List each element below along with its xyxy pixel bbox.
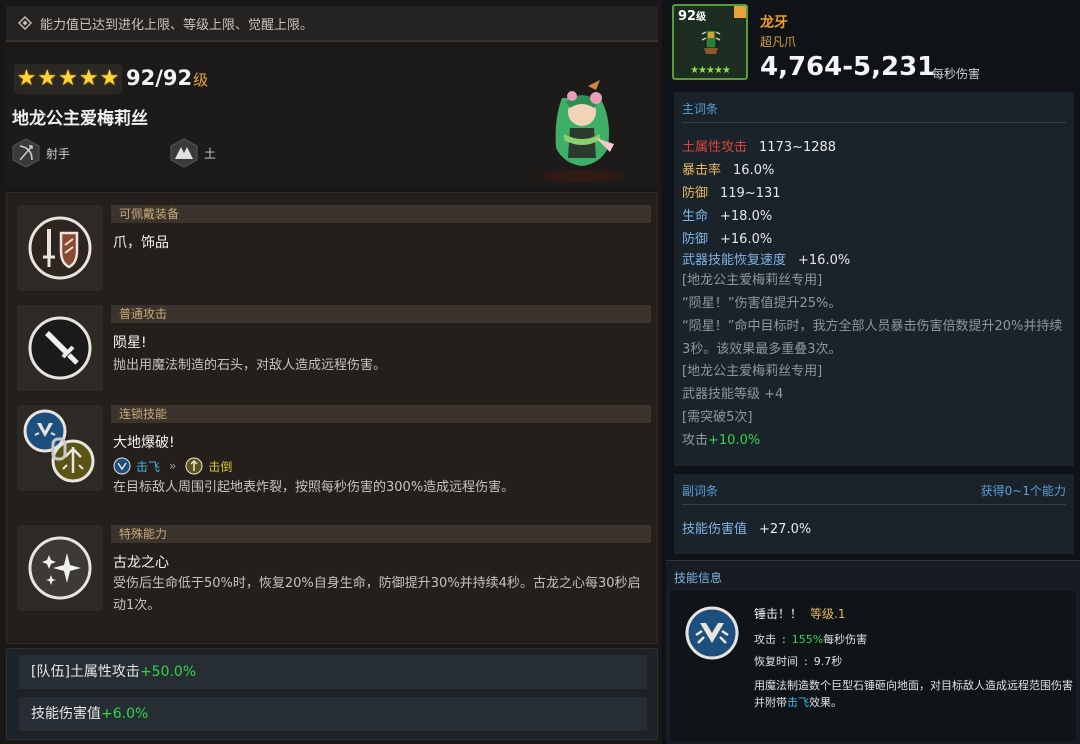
divider	[682, 122, 1066, 123]
chain-skill-icon-box	[17, 405, 103, 491]
weapon-dps: 4,764-5,231	[760, 52, 936, 82]
knockdown-icon	[185, 457, 203, 475]
star-icon: ★	[37, 66, 58, 91]
skill-description: 用魔法制造数个巨型石锤砸向地面，对目标敌人造成远程范围伤害并附带击飞效果。	[754, 679, 1073, 709]
special-ability-icon-box	[17, 525, 103, 611]
diamond-icon	[18, 16, 32, 30]
hero-sprite	[542, 80, 622, 182]
weapon-level: 92级	[678, 9, 707, 24]
bow-icon	[12, 138, 40, 168]
main-stat: 生命 +18.0%	[682, 209, 773, 224]
chain-skill-section: 连锁技能 大地爆破! 击飞 » 击倒 在目标敌人周围引起地表炸裂，按照每秒伤害的…	[17, 405, 651, 515]
pin-icon	[734, 6, 746, 18]
launch-icon	[113, 457, 131, 475]
weapon-skill-info: 技能信息 锤击！！ 等级.1 攻击:155%每秒伤害 恢复时间:9.7秒 用魔法制…	[666, 560, 1080, 744]
chain-skill-header: 连锁技能	[111, 405, 651, 423]
sub-options-note: 获得0~1个能力	[980, 484, 1066, 498]
hero-element: 土	[170, 138, 216, 168]
normal-attack-header: 普通攻击	[111, 305, 651, 323]
hammer-skill-icon	[685, 606, 739, 660]
main-stat: 武器技能恢复速度 +16.0%	[682, 253, 851, 268]
skill-name: 锤击！！ 等级.1	[754, 607, 846, 621]
chain-skill-name: 大地爆破!	[113, 435, 175, 451]
divider	[682, 504, 1066, 505]
star-rating: ★ ★ ★ ★ ★	[14, 64, 122, 94]
main-stat: 土属性攻击 1173~1288	[682, 140, 837, 155]
main-stat: 防御 +16.0%	[682, 232, 773, 247]
normal-attack-icon-box	[17, 305, 103, 391]
star-icon: ★	[99, 66, 120, 91]
hero-header: ★ ★ ★ ★ ★ 92/92级 地龙公主爱梅莉丝 射手 土	[6, 46, 658, 186]
chain-arrow-icon: »	[169, 459, 177, 473]
equip-header: 可佩戴装备	[111, 205, 651, 223]
hero-name: 地龙公主爱梅莉丝	[12, 109, 148, 129]
normal-attack-desc: 抛出用魔法制造的石头，对敌人造成远程伤害。	[113, 358, 387, 373]
sub-options: 副词条 获得0~1个能力 技能伤害值 +27.0%	[674, 474, 1074, 554]
sub-stat: 技能伤害值 +27.0%	[682, 522, 812, 537]
sword-icon	[28, 316, 92, 380]
hero-level: 92/92级	[126, 66, 209, 90]
chain-skill-desc: 在目标敌人周围引起地表炸裂，按照每秒伤害的300%造成远程伤害。	[113, 480, 515, 495]
earth-icon	[170, 138, 198, 168]
hero-panel: 能力值已达到进化上限、等级上限、觉醒上限。 ★ ★ ★ ★ ★ 92/92级 地龙公主爱…	[0, 0, 662, 744]
skill-info-title: 技能信息	[674, 571, 723, 585]
skill-attack: 攻击:155%每秒伤害	[754, 633, 868, 646]
exclusive-option-2: [地龙公主爱梅莉丝专用] 武器技能等级 +4 [需突破5次] 攻击+10.0%	[682, 364, 823, 448]
chain-sequence: 击飞 » 击倒	[113, 457, 232, 475]
skills-panel: 可佩戴装备 爪，饰品 普通攻击 陨星! 抛出用魔法制造的石头，对敌人造成远程伤害…	[6, 192, 658, 644]
team-buffs: [队伍]土属性攻击+50.0% 技能伤害值+6.0%	[6, 648, 658, 740]
weapon-icon-box[interactable]: 92级 ★★★★★	[672, 4, 748, 80]
hero-class: 射手	[12, 138, 70, 168]
skill-info-box: 锤击！！ 等级.1 攻击:155%每秒伤害 恢复时间:9.7秒 用魔法制造数个巨型…	[670, 591, 1076, 741]
equip-types: 爪，饰品	[113, 235, 169, 251]
normal-attack-name: 陨星!	[113, 335, 147, 351]
weapon-dps-unit: 每秒伤害	[932, 67, 981, 81]
sparkle-icon	[28, 536, 92, 600]
max-notice: 能力值已达到进化上限、等级上限、觉醒上限。	[6, 6, 658, 42]
sword-shield-icon	[28, 216, 92, 280]
sub-options-title: 副词条	[682, 484, 719, 498]
main-stat: 暴击率 16.0%	[682, 163, 775, 178]
main-options-title: 主词条	[682, 102, 719, 116]
star-icon: ★	[58, 66, 78, 91]
skill-cooldown: 恢复时间:9.7秒	[754, 655, 843, 668]
special-ability-desc: 受伤后生命低于50%时，恢复20%自身生命，防御提升30%并持续4秒。古龙之心每…	[113, 576, 641, 613]
main-options: 主词条 土属性攻击 1173~1288 暴击率 16.0% 防御 119~131 生命…	[674, 92, 1074, 466]
exclusive-option-1: [地龙公主爱梅莉丝专用] “陨星！”伤害值提升25%。 “陨星！”命中目标时，我…	[682, 273, 1063, 357]
star-icon: ★	[16, 66, 37, 91]
chain-skill-icon	[23, 409, 95, 483]
main-stat: 防御 119~131	[682, 186, 781, 201]
special-ability-name: 古龙之心	[113, 555, 169, 571]
weapon-panel: 92级 ★★★★★ 龙牙 超凡爪 4,764-5,231 每秒伤害 主词条 土属…	[662, 0, 1080, 744]
normal-attack-section: 普通攻击 陨星! 抛出用魔法制造的石头，对敌人造成远程伤害。	[17, 305, 651, 393]
weapon-name: 龙牙	[760, 15, 788, 31]
equip-icon-box	[17, 205, 103, 291]
special-ability-header: 特殊能力	[111, 525, 651, 543]
weapon-type: 超凡爪	[760, 35, 797, 49]
team-buff-row: [队伍]土属性攻击+50.0%	[19, 655, 647, 689]
claw-weapon-icon	[701, 29, 721, 54]
weapon-stars: ★★★★★	[690, 65, 731, 76]
notice-text: 能力值已达到进化上限、等级上限、觉醒上限。	[40, 17, 314, 33]
equip-section: 可佩戴装备 爪，饰品	[17, 205, 651, 293]
special-ability-section: 特殊能力 古龙之心 受伤后生命低于50%时，恢复20%自身生命，防御提升30%并…	[17, 525, 651, 633]
star-icon: ★	[78, 66, 99, 91]
team-buff-row: 技能伤害值+6.0%	[19, 697, 647, 731]
